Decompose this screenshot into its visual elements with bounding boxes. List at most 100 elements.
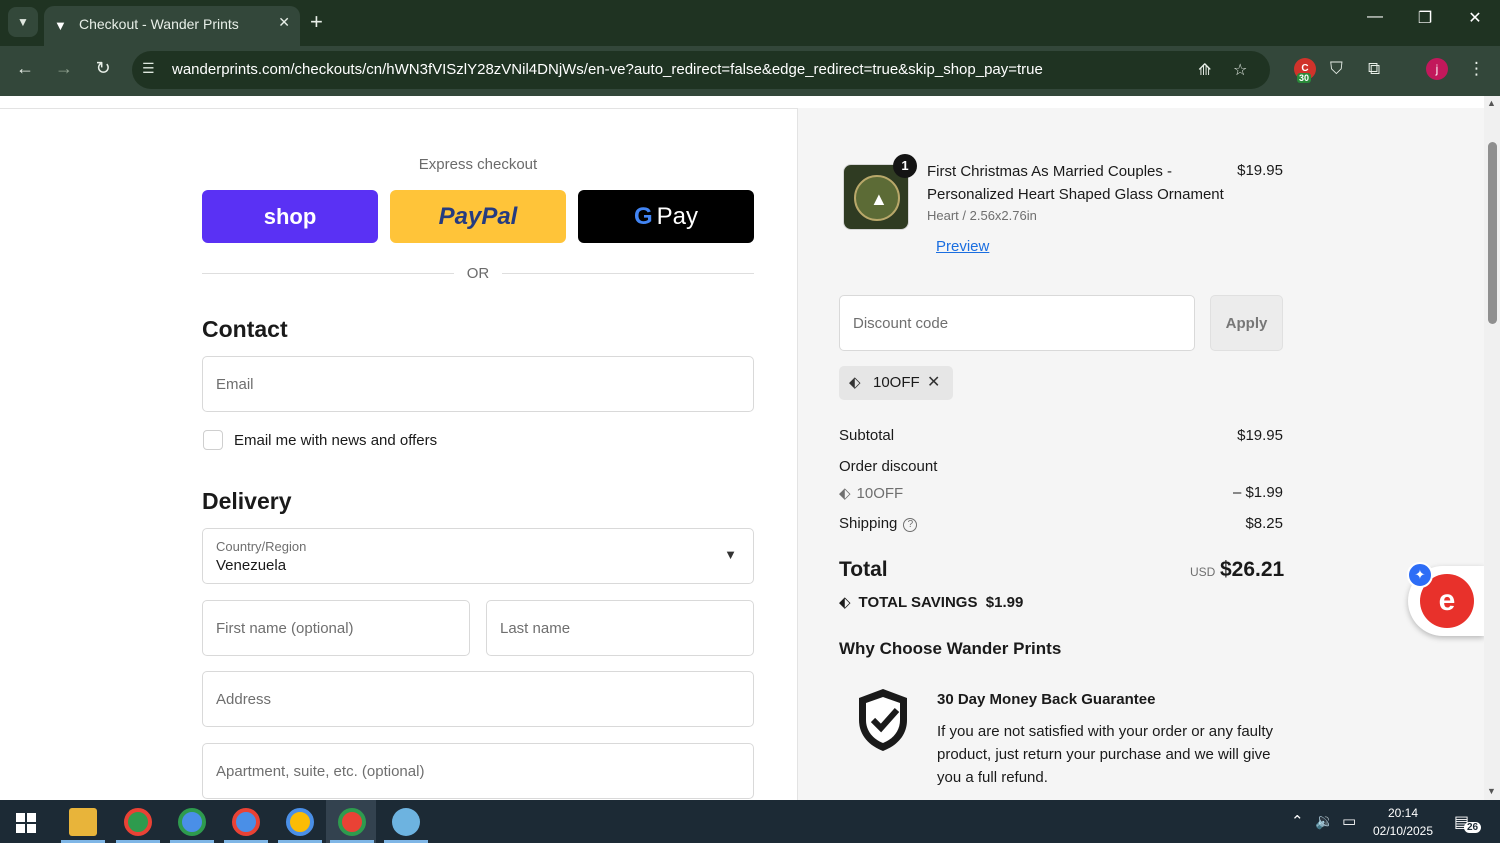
- site-info-icon[interactable]: ☰: [142, 60, 155, 77]
- chrome-profile-4-icon[interactable]: [286, 808, 314, 836]
- newsletter-checkbox[interactable]: [203, 430, 223, 450]
- paypal-button[interactable]: PayPal: [390, 190, 566, 243]
- address-bar[interactable]: ☰ wanderprints.com/checkouts/cn/hWN3fVIS…: [132, 51, 1270, 89]
- product-price: $19.95: [1237, 162, 1283, 179]
- address-field[interactable]: Address: [202, 671, 754, 727]
- chrome-profile-1-icon[interactable]: [124, 808, 152, 836]
- why-choose-heading: Why Choose Wander Prints: [839, 639, 1062, 658]
- system-clock[interactable]: 20:14 02/10/2025: [1368, 804, 1438, 840]
- shipping-row: Shipping?: [839, 515, 918, 532]
- first-name-field[interactable]: First name (optional): [202, 600, 470, 656]
- address-placeholder: Address: [216, 691, 272, 708]
- shield-extension-icon[interactable]: ⛉: [1330, 59, 1343, 79]
- translate-icon[interactable]: ⟰: [1198, 60, 1211, 80]
- applied-discount-chip: ⬖ 10OFF ✕: [839, 366, 953, 400]
- total-value: $26.21: [1220, 558, 1285, 581]
- google-pay-button[interactable]: G Pay: [578, 190, 754, 243]
- or-divider-right: [502, 273, 754, 274]
- country-value: Venezuela: [216, 557, 287, 574]
- ornament-drop-icon: ▲: [870, 189, 888, 209]
- apartment-field[interactable]: Apartment, suite, etc. (optional): [202, 743, 754, 799]
- country-label: Country/Region: [216, 539, 307, 554]
- browser-toolbar: ← → ↻ ☰ wanderprints.com/checkouts/cn/hW…: [0, 46, 1500, 96]
- windows-start-icon[interactable]: [16, 813, 36, 833]
- wander-prints-favicon-icon: ▼: [54, 18, 67, 33]
- remove-discount-icon[interactable]: ✕: [927, 372, 940, 392]
- tab-close-icon[interactable]: ✕: [278, 14, 290, 31]
- chrome-profile-2-icon[interactable]: [178, 808, 206, 836]
- order-discount-label: Order discount: [839, 458, 938, 475]
- reload-button[interactable]: ↻: [89, 58, 117, 79]
- email-field[interactable]: Email: [202, 356, 754, 412]
- total-savings: ⬖ TOTAL SAVINGS $1.99: [839, 593, 1023, 611]
- or-divider-label: OR: [466, 265, 490, 282]
- product-name: First Christmas As Married Couples - Per…: [927, 163, 1224, 203]
- last-name-placeholder: Last name: [500, 620, 571, 637]
- google-g-icon: G: [633, 202, 653, 230]
- scroll-up-icon[interactable]: ▲: [1487, 98, 1496, 108]
- minimize-window-button[interactable]: —: [1360, 8, 1390, 26]
- profile-avatar[interactable]: j: [1426, 58, 1448, 80]
- close-window-button[interactable]: ✕: [1460, 8, 1490, 28]
- browser-tab-bar: ▼ ▼ Checkout - Wander Prints ✕ + — ❐ ✕: [0, 0, 1500, 46]
- url-text[interactable]: wanderprints.com/checkouts/cn/hWN3fVISzl…: [172, 61, 1043, 78]
- paint-app-icon[interactable]: [392, 808, 420, 836]
- browser-tab-active[interactable]: ▼ Checkout - Wander Prints ✕: [44, 6, 300, 46]
- scroll-down-icon[interactable]: ▼: [1487, 786, 1496, 796]
- clock-time: 20:14: [1387, 806, 1419, 820]
- discount-line-code: 10OFF: [856, 485, 904, 502]
- discount-value: – $1.99: [1232, 484, 1283, 501]
- subtotal-label: Subtotal: [839, 427, 895, 444]
- first-name-placeholder: First name (optional): [216, 620, 354, 637]
- product-variant: Heart / 2.56x2.76in: [927, 208, 1037, 223]
- last-name-field[interactable]: Last name: [486, 600, 754, 656]
- savings-label: TOTAL SAVINGS: [858, 594, 978, 611]
- applied-discount-code: 10OFF: [873, 374, 920, 391]
- chrome-profile-3-icon[interactable]: [232, 808, 260, 836]
- help-circle-icon[interactable]: ?: [903, 518, 918, 532]
- tab-search-button[interactable]: ▼: [8, 7, 38, 37]
- preview-link[interactable]: Preview: [936, 238, 989, 255]
- apartment-placeholder: Apartment, suite, etc. (optional): [216, 763, 425, 780]
- newsletter-label[interactable]: Email me with news and offers: [234, 432, 437, 449]
- google-pay-label: Pay: [656, 202, 699, 230]
- restore-window-button[interactable]: ❐: [1410, 8, 1440, 28]
- chevron-down-icon: ▼: [724, 547, 737, 562]
- scrollbar-thumb[interactable]: [1488, 142, 1497, 324]
- tag-icon: ⬖: [839, 485, 851, 502]
- extensions-puzzle-icon[interactable]: ⧉: [1368, 59, 1380, 79]
- notification-count: 26: [1464, 822, 1482, 833]
- tray-overflow-chevron-icon[interactable]: ⌃: [1291, 812, 1304, 830]
- or-divider-left: [202, 273, 454, 274]
- network-icon[interactable]: ▭: [1342, 812, 1356, 830]
- new-tab-button[interactable]: +: [310, 8, 323, 36]
- bookmark-star-icon[interactable]: ☆: [1233, 60, 1247, 80]
- shop-pay-button[interactable]: shop: [202, 190, 378, 243]
- contact-heading: Contact: [202, 316, 288, 342]
- quantity-badge: 1: [893, 154, 917, 178]
- email-placeholder: Email: [216, 376, 254, 393]
- tag-icon: ⬖: [849, 374, 861, 391]
- shipping-value: $8.25: [1245, 515, 1283, 532]
- subtotal-value: $19.95: [1237, 427, 1283, 444]
- back-button[interactable]: ←: [11, 58, 39, 79]
- apply-discount-button[interactable]: Apply: [1210, 295, 1283, 351]
- discount-code-input[interactable]: Discount code: [839, 295, 1195, 351]
- clock-date: 02/10/2025: [1372, 824, 1434, 838]
- chrome-profile-active-icon[interactable]: [338, 808, 366, 836]
- tag-icon: ⬖: [839, 594, 851, 611]
- discount-line: ⬖ 10OFF: [839, 484, 903, 502]
- discount-placeholder: Discount code: [853, 315, 949, 332]
- shipping-label: Shipping: [839, 515, 898, 532]
- tab-title: Checkout - Wander Prints: [79, 16, 239, 32]
- total-currency: USD: [1190, 565, 1216, 579]
- savings-value: $1.99: [985, 594, 1024, 611]
- checkout-page: Express checkout shop PayPal G Pay OR Co…: [0, 96, 1500, 800]
- forward-button[interactable]: →: [50, 58, 78, 79]
- rocket-badge-icon[interactable]: ✦: [1407, 562, 1433, 588]
- volume-icon[interactable]: 🔉: [1315, 812, 1334, 830]
- page-scrollbar[interactable]: ▲ ▼: [1484, 96, 1500, 800]
- country-select[interactable]: Country/Region Venezuela ▼: [202, 528, 754, 584]
- file-explorer-icon[interactable]: [69, 808, 97, 836]
- browser-menu-icon[interactable]: ⋮: [1468, 59, 1485, 79]
